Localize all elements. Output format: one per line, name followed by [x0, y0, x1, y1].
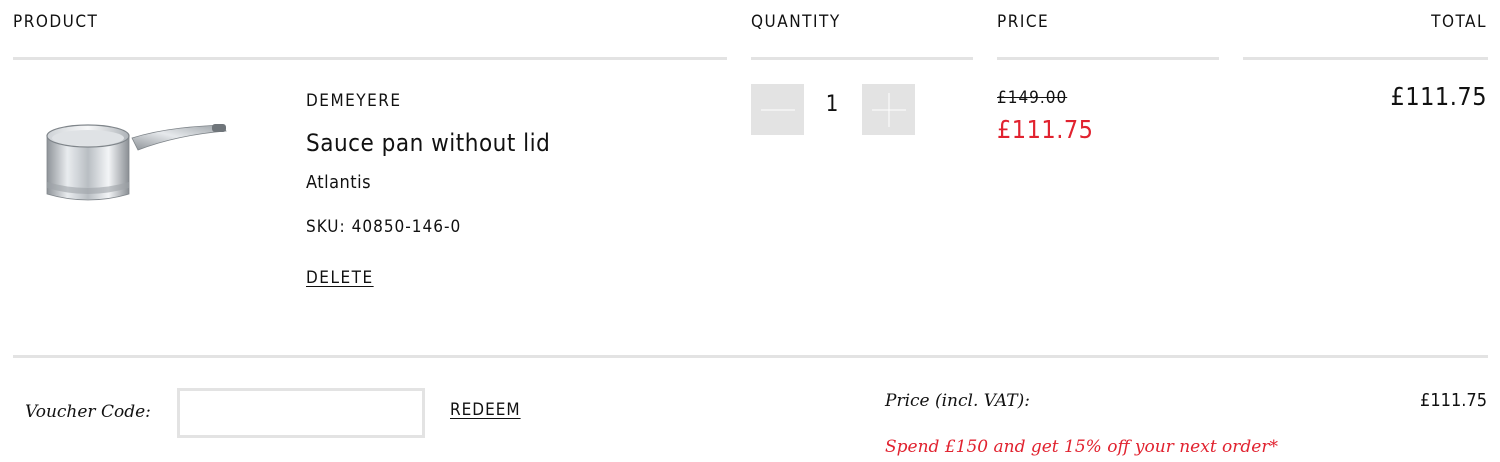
redeem-button[interactable]: REDEEM — [450, 400, 521, 420]
product-image[interactable] — [14, 98, 256, 210]
voucher-label: Voucher Code: — [25, 402, 151, 422]
original-price: £149.00 — [997, 88, 1068, 108]
header-divider-total — [1243, 57, 1488, 60]
header-price: PRICE — [997, 12, 1050, 32]
sku-label: SKU: — [306, 217, 346, 237]
header-divider-product — [13, 57, 727, 60]
plus-icon — [871, 92, 906, 127]
voucher-input[interactable] — [177, 388, 425, 438]
product-variant: Atlantis — [306, 172, 372, 193]
header-divider-quantity — [751, 57, 973, 60]
quantity-decrement-button[interactable] — [751, 84, 804, 135]
row-divider — [13, 355, 1488, 358]
minus-icon — [760, 109, 795, 110]
product-name[interactable]: Sauce pan without lid — [306, 129, 550, 157]
quantity-value[interactable]: 1 — [812, 92, 852, 117]
line-total: £111.75 — [1390, 82, 1487, 111]
price-incl-vat-label: Price (incl. VAT): — [885, 391, 1030, 411]
promo-message: Spend £150 and get 15% off your next ord… — [885, 437, 1278, 457]
header-product: PRODUCT — [13, 12, 99, 32]
quantity-increment-button[interactable] — [862, 84, 915, 135]
sale-price: £111.75 — [997, 115, 1094, 144]
header-divider-price — [997, 57, 1219, 60]
delete-button[interactable]: DELETE — [306, 268, 374, 288]
price-incl-vat-value: £111.75 — [1420, 390, 1487, 411]
saucepan-icon — [46, 124, 227, 201]
header-total: TOTAL — [1431, 12, 1487, 32]
product-sku: SKU: 40850-146-0 — [306, 217, 461, 237]
header-quantity: QUANTITY — [751, 12, 841, 32]
sku-value: 40850-146-0 — [351, 217, 462, 237]
product-brand: DEMEYERE — [306, 91, 402, 111]
